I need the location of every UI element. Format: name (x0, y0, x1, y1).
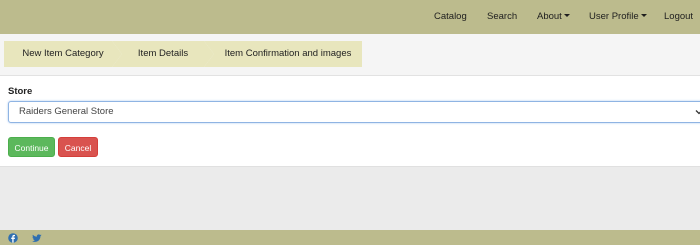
continue-button[interactable]: Continue (8, 137, 55, 157)
form-panel: Store Raiders General Store Continue Can… (0, 76, 700, 167)
store-select[interactable]: Raiders General Store (8, 101, 700, 123)
footer (0, 230, 700, 245)
step-new-item-category[interactable]: New Item Category (4, 41, 122, 67)
caret-down-icon (563, 13, 570, 17)
store-select-value: Raiders General Store (19, 106, 114, 117)
cancel-button[interactable]: Cancel (58, 137, 98, 157)
nav-about-dropdown[interactable]: About (537, 0, 570, 34)
step-item-details[interactable]: Item Details (112, 41, 214, 67)
step-item-confirmation[interactable]: Item Confirmation and images (204, 41, 362, 67)
nav-logout-link[interactable]: Logout (664, 0, 693, 34)
nav-user-profile-label: User Profile (589, 11, 639, 22)
nav-catalog-link[interactable]: Catalog (434, 0, 467, 34)
store-label: Store (8, 86, 33, 97)
twitter-icon[interactable] (32, 233, 42, 243)
nav-search-link[interactable]: Search (487, 0, 517, 34)
step-item-confirmation-label: Item Confirmation and images (224, 48, 352, 59)
facebook-icon[interactable] (8, 233, 18, 243)
caret-down-icon (640, 13, 647, 17)
nav-about-label: About (537, 11, 562, 22)
nav-user-profile-dropdown[interactable]: User Profile (589, 0, 647, 34)
top-navbar: Catalog Search About User Profile Logout (0, 0, 700, 34)
chevron-down-icon (695, 110, 700, 115)
wizard-steps: New Item Category Item Details Item Conf… (0, 34, 700, 76)
